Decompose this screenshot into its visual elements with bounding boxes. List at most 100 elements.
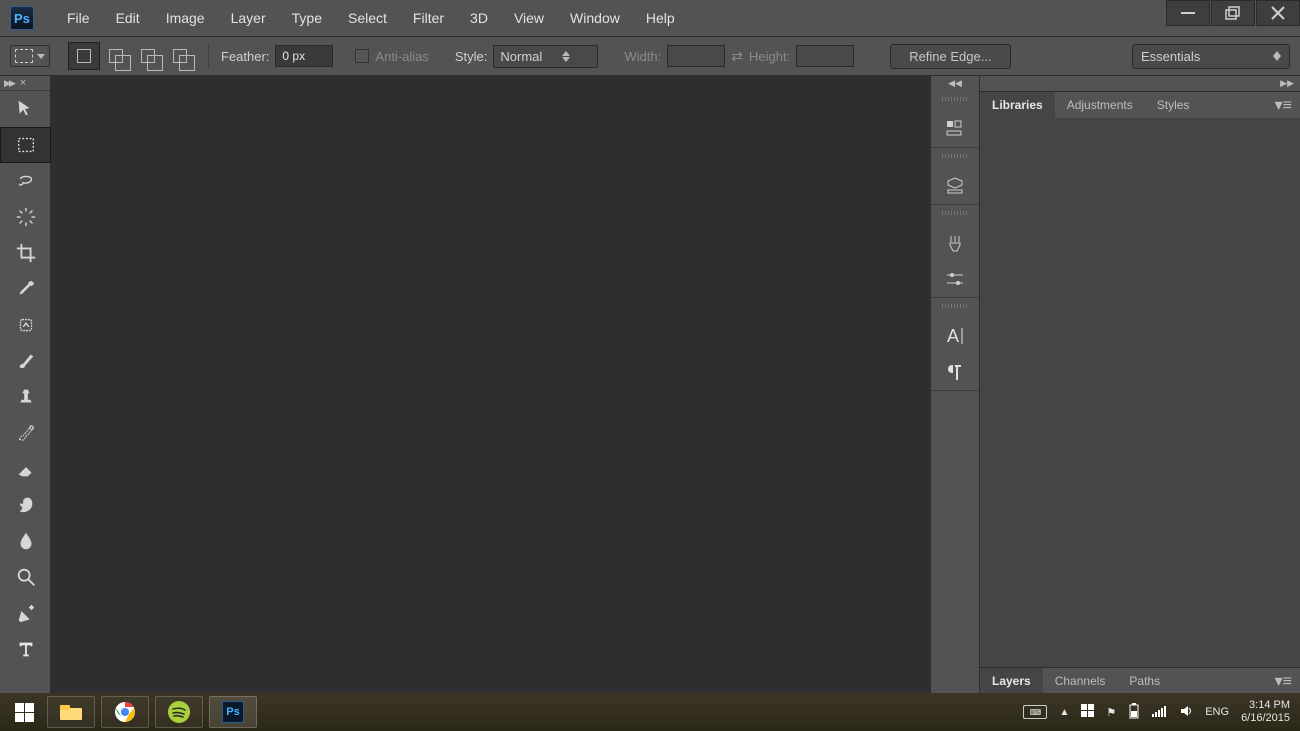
clock[interactable]: 3:14 PM 6/16/2015 [1241,699,1290,725]
touch-keyboard-icon[interactable]: ⌨ [1023,705,1047,719]
menu-file[interactable]: File [54,4,103,32]
system-tray: ⌨ ▲ ⚑ ENG 3:14 PM 6/16/2015 [1023,699,1296,725]
brushes-panel-icon[interactable] [943,231,967,255]
menu-filter[interactable]: Filter [400,4,457,32]
panel-menu-button[interactable]: ▾≡ [1267,671,1300,691]
swap-icon: ⇄ [731,48,743,65]
close-button[interactable] [1256,0,1300,26]
tab-styles[interactable]: Styles [1145,92,1202,118]
photoshop-icon: Ps [10,6,34,30]
strip-collapse-button[interactable]: ◀◀ [931,76,979,91]
rectangular-marquee-tool[interactable] [0,127,51,163]
taskbar-chrome[interactable] [101,696,149,728]
menu-window[interactable]: Window [557,4,633,32]
selection-subtract-button[interactable] [132,42,164,70]
feather-input[interactable] [275,45,333,67]
swatches-panel-icon[interactable] [943,174,967,198]
move-tool[interactable] [0,91,51,127]
taskbar-spotify[interactable] [155,696,203,728]
divider [208,43,209,69]
collapse-icon: ▶▶ [4,78,14,89]
close-icon: × [20,77,26,89]
eyedropper-tool[interactable] [0,271,51,307]
options-bar: Feather: Anti-alias Style: Normal Width:… [0,36,1300,76]
windows-taskbar: Ps ⌨ ▲ ⚑ ENG 3:14 PM 6/16/2015 [0,693,1300,731]
tab-layers[interactable]: Layers [980,668,1043,694]
pen-tool[interactable] [0,595,51,631]
marquee-tool-icon [15,49,33,63]
date-text: 6/16/2015 [1241,712,1290,725]
brush-tool[interactable] [0,343,51,379]
menu-edit[interactable]: Edit [103,4,153,32]
minimize-button[interactable] [1166,0,1210,26]
maximize-button[interactable] [1211,0,1255,26]
windows-icon [15,703,34,722]
menu-layer[interactable]: Layer [218,4,279,32]
panel-tabs: Layers Channels Paths ▾≡ [980,668,1300,694]
main-area: ▶▶ × ◀◀ A [0,76,1300,693]
menu-image[interactable]: Image [153,4,218,32]
style-value: Normal [500,49,542,64]
libraries-panel-body [980,118,1300,667]
chevron-down-icon [37,54,45,59]
tab-paths[interactable]: Paths [1117,668,1172,694]
healing-brush-tool[interactable] [0,307,51,343]
menu-3d[interactable]: 3D [457,4,501,32]
paragraph-panel-icon[interactable] [943,360,967,384]
taskbar-photoshop[interactable]: Ps [209,696,257,728]
language-indicator[interactable]: ENG [1205,706,1229,718]
style-select[interactable]: Normal [493,45,598,68]
height-label: Height: [749,49,790,64]
antialias-checkbox [355,49,369,63]
brush-presets-panel-icon[interactable] [943,267,967,291]
workspace-switcher[interactable]: Essentials [1132,44,1290,69]
collapsed-panels-strip: ◀◀ A [930,76,980,693]
selection-add-button[interactable] [100,42,132,70]
feather-label: Feather: [221,49,269,64]
blur-tool[interactable] [0,523,51,559]
volume-icon[interactable] [1179,704,1193,721]
wifi-icon[interactable] [1152,705,1167,720]
document-canvas [51,76,930,693]
tab-channels[interactable]: Channels [1043,668,1118,694]
app-logo[interactable]: Ps [8,4,36,32]
refine-edge-button[interactable]: Refine Edge... [890,44,1010,69]
style-label: Style: [455,49,488,64]
dodge-tool[interactable] [0,559,51,595]
menu-help[interactable]: Help [633,4,688,32]
menu-bar: Ps File Edit Image Layer Type Select Fil… [0,0,1300,36]
window-controls [1165,0,1300,26]
battery-icon[interactable] [1128,703,1140,722]
tab-adjustments[interactable]: Adjustments [1055,92,1145,118]
history-brush-tool[interactable] [0,415,51,451]
character-panel-icon[interactable]: A [943,324,967,348]
clone-stamp-tool[interactable] [0,379,51,415]
type-tool[interactable] [0,631,51,667]
menu-select[interactable]: Select [335,4,400,32]
right-collapse-button[interactable]: ▶▶ [980,76,1300,91]
crop-tool[interactable] [0,235,51,271]
panel-menu-button[interactable]: ▾≡ [1267,95,1300,115]
selection-mode-group [68,42,196,70]
width-input [667,45,725,67]
selection-new-button[interactable] [68,42,100,70]
panel-tabs: Libraries Adjustments Styles ▾≡ [980,92,1300,118]
workspace-label: Essentials [1141,49,1200,64]
tools-panel-header[interactable]: ▶▶ × [0,76,50,91]
action-center-icon[interactable]: ⚑ [1106,706,1116,719]
taskbar-explorer[interactable] [47,696,95,728]
menu-view[interactable]: View [501,4,557,32]
start-button[interactable] [4,696,44,728]
magic-wand-tool[interactable] [0,199,51,235]
tray-windows-icon[interactable] [1081,704,1094,720]
gradient-tool[interactable] [0,487,51,523]
selection-intersect-button[interactable] [164,42,196,70]
tray-chevron-up-icon[interactable]: ▲ [1059,707,1069,718]
menu-type[interactable]: Type [279,4,335,32]
color-panel-icon[interactable] [943,117,967,141]
eraser-tool[interactable] [0,451,51,487]
width-label: Width: [624,49,661,64]
tab-libraries[interactable]: Libraries [980,92,1055,118]
lasso-tool[interactable] [0,163,51,199]
tool-preset-picker[interactable] [10,45,50,67]
